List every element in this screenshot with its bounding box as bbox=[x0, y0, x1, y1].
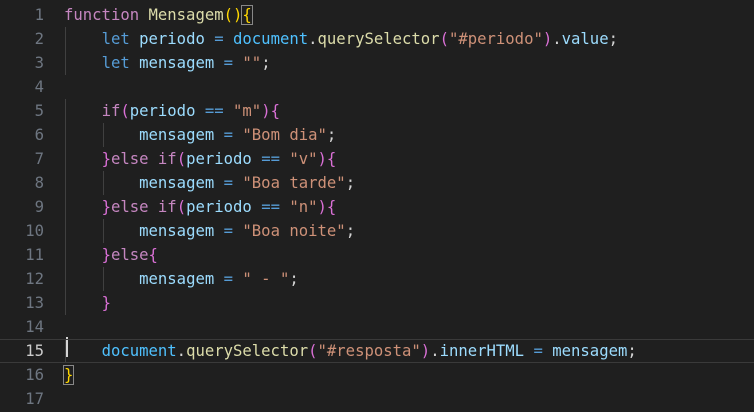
indent-guide bbox=[102, 171, 104, 195]
code-line[interactable]: 2 let periodo = document.querySelector("… bbox=[0, 27, 754, 51]
code-line[interactable]: 14 bbox=[0, 315, 754, 339]
line-code: let mensagem = ""; bbox=[64, 51, 754, 75]
indent-guide bbox=[65, 99, 66, 123]
line-number: 15 bbox=[25, 342, 44, 360]
line-number: 17 bbox=[25, 390, 44, 408]
line-code: let periodo = document.querySelector("#p… bbox=[64, 27, 754, 51]
code-line[interactable]: 4 bbox=[0, 75, 754, 99]
line-number: 1 bbox=[34, 6, 44, 24]
line-number: 6 bbox=[34, 126, 44, 144]
line-code: }else if(periodo == "v"){ bbox=[64, 147, 754, 171]
code-line[interactable]: 5 if(periodo == "m"){ bbox=[0, 99, 754, 123]
indent-guide bbox=[102, 219, 104, 243]
code-line[interactable]: 7 }else if(periodo == "v"){ bbox=[0, 147, 754, 171]
code-line[interactable]: 1 function Mensagem(){ bbox=[0, 3, 754, 27]
line-code: function Mensagem(){ bbox=[64, 5, 253, 25]
code-line[interactable]: 3 let mensagem = ""; bbox=[0, 51, 754, 75]
line-number: 2 bbox=[34, 30, 44, 48]
line-number: 13 bbox=[25, 294, 44, 312]
indent-guide bbox=[65, 147, 66, 171]
code-line[interactable]: 15 document.querySelector("#resposta").i… bbox=[0, 339, 754, 363]
indent-guide bbox=[65, 123, 66, 147]
line-number: 16 bbox=[25, 366, 44, 384]
line-number: 14 bbox=[25, 318, 44, 336]
indent-guide bbox=[65, 195, 66, 219]
indent-guide bbox=[65, 171, 66, 195]
line-code: }else{ bbox=[64, 243, 754, 267]
code-line[interactable]: 6 mensagem = "Bom dia"; bbox=[0, 123, 754, 147]
code-line[interactable]: 16} bbox=[0, 363, 754, 387]
line-code: mensagem = "Boa tarde"; bbox=[64, 171, 754, 195]
line-number: 11 bbox=[25, 246, 44, 264]
line-number: 10 bbox=[25, 222, 44, 240]
indent-guide bbox=[65, 267, 66, 291]
indent-guide bbox=[65, 243, 66, 267]
line-number: 8 bbox=[34, 174, 44, 192]
line-code: } bbox=[62, 365, 75, 385]
line-code: mensagem = " - "; bbox=[64, 267, 754, 291]
code-line[interactable]: 9 }else if(periodo == "n"){ bbox=[0, 195, 754, 219]
line-number: 4 bbox=[34, 78, 44, 96]
code-line[interactable]: 8 mensagem = "Boa tarde"; bbox=[0, 171, 754, 195]
line-number: 7 bbox=[34, 150, 44, 168]
code-line[interactable]: 10 mensagem = "Boa noite"; bbox=[0, 219, 754, 243]
indent-guide bbox=[102, 123, 104, 147]
line-number: 3 bbox=[34, 54, 44, 72]
code-editor[interactable]: 1 function Mensagem(){2 let periodo = doc… bbox=[0, 0, 754, 412]
indent-guide bbox=[65, 340, 66, 362]
indent-guide bbox=[102, 267, 104, 291]
line-code: mensagem = "Boa noite"; bbox=[64, 219, 754, 243]
line-number: 5 bbox=[34, 102, 44, 120]
code-line[interactable]: 11 }else{ bbox=[0, 243, 754, 267]
line-code: } bbox=[64, 291, 754, 315]
line-code: if(periodo == "m"){ bbox=[64, 99, 754, 123]
line-code: }else if(periodo == "n"){ bbox=[64, 195, 754, 219]
code-line[interactable]: 17 bbox=[0, 387, 754, 411]
indent-guide bbox=[65, 27, 66, 51]
line-code: document.querySelector("#resposta").inne… bbox=[64, 340, 754, 362]
code-line[interactable]: 12 mensagem = " - "; bbox=[0, 267, 754, 291]
code-line[interactable]: 13 } bbox=[0, 291, 754, 315]
line-number: 9 bbox=[34, 198, 44, 216]
line-code: mensagem = "Bom dia"; bbox=[64, 123, 754, 147]
indent-guide bbox=[65, 219, 66, 243]
indent-guide bbox=[65, 51, 66, 75]
line-number: 12 bbox=[25, 270, 44, 288]
indent-guide bbox=[65, 291, 66, 315]
